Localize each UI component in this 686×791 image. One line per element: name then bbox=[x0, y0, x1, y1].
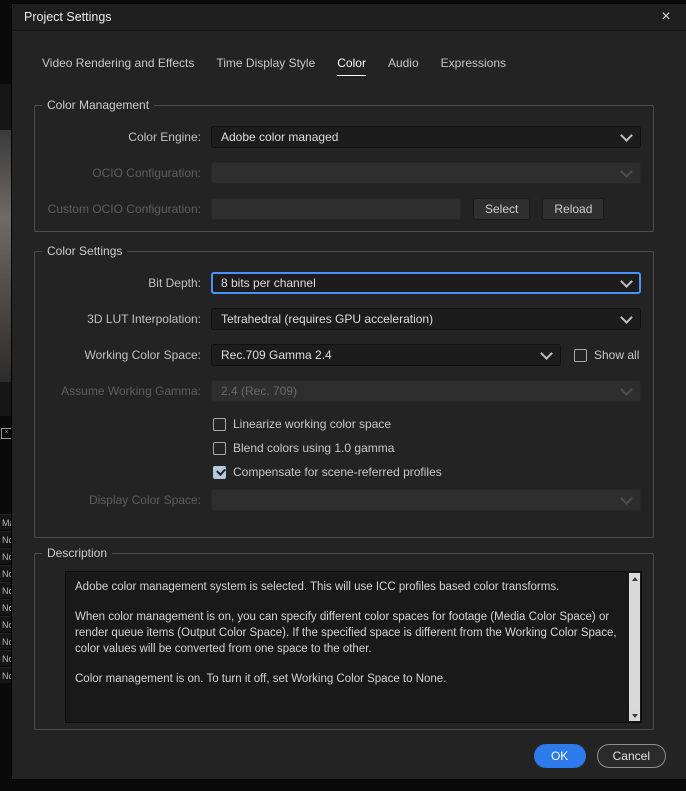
color-management-group: Color Management Color Engine: Adobe col… bbox=[34, 98, 654, 232]
scroll-up-arrow-icon[interactable] bbox=[629, 573, 640, 584]
description-paragraph: Adobe color management system is selecte… bbox=[75, 581, 560, 593]
dialog-title: Project Settings bbox=[24, 10, 112, 24]
assume-gamma-row: Assume Working Gamma: 2.4 (Rec. 709) bbox=[35, 380, 641, 402]
ok-button[interactable]: OK bbox=[533, 744, 586, 768]
tab-bar: Video Rendering and Effects Time Display… bbox=[42, 56, 506, 76]
background-app-strip: × Ma No No No No No No No No No bbox=[0, 0, 12, 791]
compensate-label: Compensate for scene-referred profiles bbox=[233, 465, 442, 479]
background-text-fragment: No bbox=[0, 565, 12, 581]
screen: × Ma No No No No No No No No No Project … bbox=[0, 0, 686, 791]
background-text-fragment: No bbox=[0, 531, 12, 547]
color-engine-value: Adobe color managed bbox=[221, 130, 339, 144]
description-paragraph: Color management is on. To turn it off, … bbox=[75, 673, 447, 686]
color-engine-row: Color Engine: Adobe color managed bbox=[35, 126, 641, 148]
close-icon[interactable]: × bbox=[656, 9, 676, 25]
bit-depth-value: 8 bits per channel bbox=[221, 276, 316, 290]
display-color-space-dropdown bbox=[211, 489, 641, 511]
description-textarea: Adobe color management system is selecte… bbox=[65, 571, 642, 723]
ocio-config-label: OCIO Configuration: bbox=[92, 166, 201, 180]
bit-depth-row: Bit Depth: 8 bits per channel bbox=[35, 272, 641, 294]
show-all-label: Show all bbox=[594, 348, 640, 362]
group-legend: Color Settings bbox=[42, 244, 128, 258]
group-legend: Description bbox=[42, 546, 113, 560]
custom-ocio-input bbox=[211, 198, 461, 220]
blend-gamma-checkbox[interactable] bbox=[213, 441, 226, 455]
display-color-space-row: Display Color Space: bbox=[35, 489, 641, 511]
working-color-space-value: Rec.709 Gamma 2.4 bbox=[221, 348, 332, 362]
chevron-down-icon bbox=[620, 274, 633, 288]
tab-audio[interactable]: Audio bbox=[388, 56, 419, 76]
chevron-down-icon bbox=[620, 128, 633, 142]
scrollbar-thumb[interactable] bbox=[629, 584, 640, 710]
tab-time-display[interactable]: Time Display Style bbox=[216, 56, 315, 76]
assume-gamma-label: Assume Working Gamma: bbox=[61, 384, 201, 398]
linearize-label: Linearize working color space bbox=[233, 417, 392, 431]
scroll-down-arrow-icon[interactable] bbox=[629, 710, 640, 721]
chevron-down-icon bbox=[620, 491, 633, 505]
background-text-fragment: No bbox=[0, 548, 12, 564]
color-engine-label: Color Engine: bbox=[128, 130, 201, 144]
background-text-fragment: No bbox=[0, 599, 12, 615]
chevron-down-icon bbox=[540, 346, 553, 360]
compensate-option: Compensate for scene-referred profiles bbox=[213, 464, 653, 480]
tab-expressions[interactable]: Expressions bbox=[441, 56, 506, 76]
background-image-sliver bbox=[0, 130, 12, 382]
chevron-down-icon bbox=[620, 382, 633, 396]
custom-ocio-label: Custom OCIO Configuration: bbox=[47, 202, 201, 216]
bit-depth-dropdown[interactable]: 8 bits per channel bbox=[211, 272, 641, 294]
background-text-fragment: Ma bbox=[0, 514, 12, 530]
title-bar: Project Settings × bbox=[12, 4, 686, 31]
cancel-button[interactable]: Cancel bbox=[596, 744, 666, 768]
background-text-fragment: No bbox=[0, 633, 12, 649]
group-legend: Color Management bbox=[42, 98, 155, 112]
tab-video-rendering[interactable]: Video Rendering and Effects bbox=[42, 56, 194, 76]
dialog-footer: OK Cancel bbox=[533, 744, 666, 768]
custom-ocio-row: Custom OCIO Configuration: Select Reload bbox=[35, 198, 641, 220]
description-paragraph: When color management is on, you can spe… bbox=[75, 611, 617, 656]
reload-button[interactable]: Reload bbox=[542, 198, 605, 220]
blend-gamma-label: Blend colors using 1.0 gamma bbox=[233, 441, 395, 455]
compensate-checkbox[interactable] bbox=[213, 465, 226, 479]
color-settings-group: Color Settings Bit Depth: 8 bits per cha… bbox=[34, 244, 654, 538]
display-color-space-label: Display Color Space: bbox=[88, 493, 201, 507]
description-group: Description Adobe color management syste… bbox=[34, 546, 654, 730]
chevron-down-icon bbox=[620, 310, 633, 324]
color-engine-dropdown[interactable]: Adobe color managed bbox=[211, 126, 641, 148]
linearize-checkbox[interactable] bbox=[213, 417, 226, 431]
select-button[interactable]: Select bbox=[473, 198, 531, 220]
background-text-fragment: No bbox=[0, 582, 12, 598]
description-scrollbar[interactable] bbox=[629, 573, 640, 721]
working-color-space-label: Working Color Space: bbox=[84, 348, 202, 362]
show-all-option: Show all bbox=[574, 348, 639, 362]
working-color-space-dropdown[interactable]: Rec.709 Gamma 2.4 bbox=[211, 344, 561, 366]
ocio-config-row: OCIO Configuration: bbox=[35, 162, 641, 184]
bit-depth-label: Bit Depth: bbox=[148, 276, 201, 290]
blend-gamma-option: Blend colors using 1.0 gamma bbox=[213, 440, 653, 456]
lut-interpolation-row: 3D LUT Interpolation: Tetrahedral (requi… bbox=[35, 308, 641, 330]
background-tiny-icon: × bbox=[1, 428, 12, 439]
background-text-fragment: No bbox=[0, 667, 12, 683]
show-all-checkbox[interactable] bbox=[574, 348, 587, 362]
background-text-fragment: No bbox=[0, 650, 12, 666]
chevron-down-icon bbox=[620, 164, 633, 178]
linearize-option: Linearize working color space bbox=[213, 416, 653, 432]
tab-color[interactable]: Color bbox=[337, 56, 366, 76]
lut-interpolation-dropdown[interactable]: Tetrahedral (requires GPU acceleration) bbox=[211, 308, 641, 330]
background-text-fragment: No bbox=[0, 616, 12, 632]
assume-gamma-dropdown: 2.4 (Rec. 709) bbox=[211, 380, 641, 402]
working-color-space-row: Working Color Space: Rec.709 Gamma 2.4 S… bbox=[35, 344, 641, 366]
lut-interpolation-value: Tetrahedral (requires GPU acceleration) bbox=[221, 312, 434, 326]
lut-interpolation-label: 3D LUT Interpolation: bbox=[87, 312, 201, 326]
ocio-config-dropdown bbox=[211, 162, 641, 184]
project-settings-dialog: Project Settings × Video Rendering and E… bbox=[12, 4, 686, 779]
assume-gamma-value: 2.4 (Rec. 709) bbox=[221, 384, 298, 398]
